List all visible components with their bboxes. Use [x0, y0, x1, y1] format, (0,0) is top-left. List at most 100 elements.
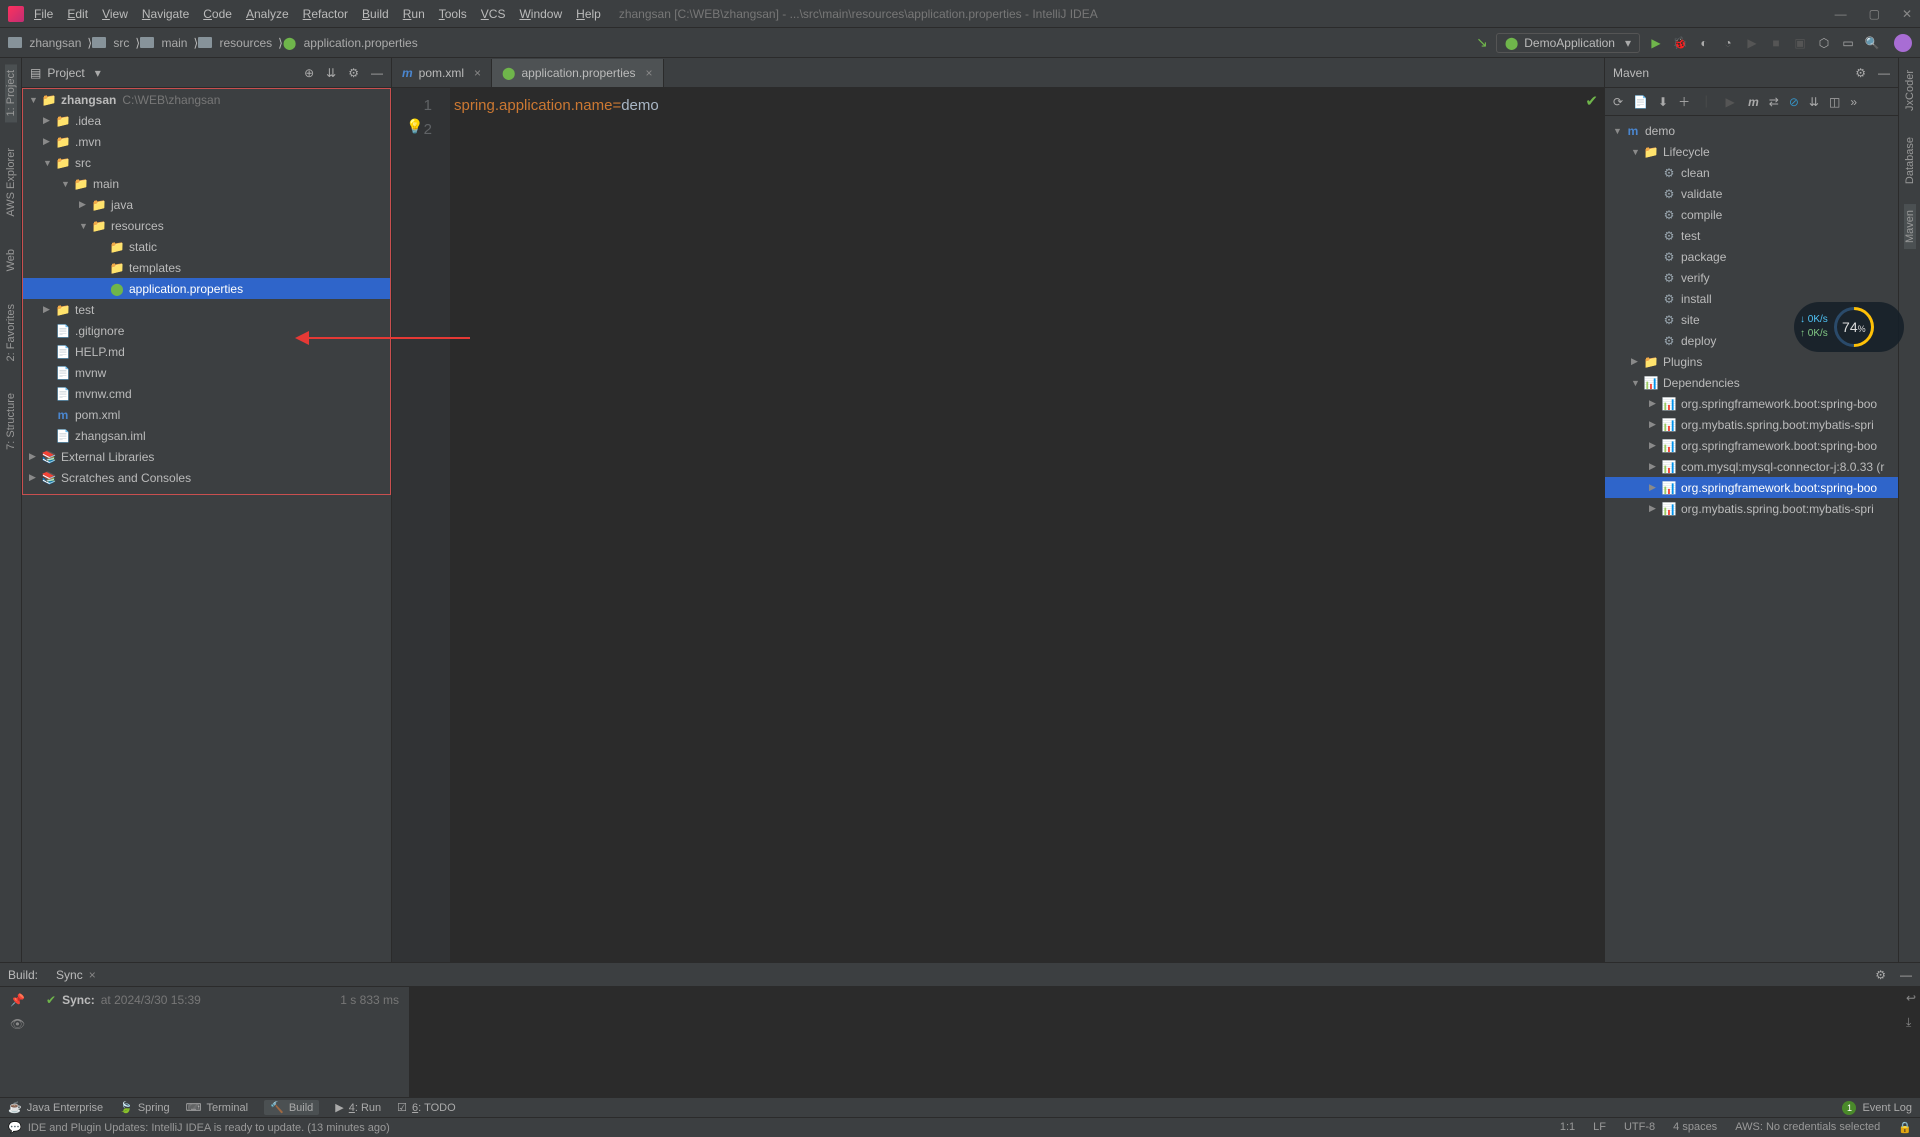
inspect-icon[interactable]: ▭ [1840, 36, 1856, 50]
tree-item-java[interactable]: ▶📁java [23, 194, 390, 215]
tree-item-pom-xml[interactable]: mpom.xml [23, 404, 390, 425]
bottom-tab-terminal[interactable]: ⌨Terminal [186, 1101, 248, 1114]
menu-refactor[interactable]: Refactor [303, 7, 348, 21]
breadcrumb-item[interactable]: main [140, 36, 187, 50]
view-icon[interactable]: 👁 [10, 1017, 25, 1031]
minimize-panel-icon[interactable]: — [1878, 66, 1890, 80]
m-icon[interactable]: m [1748, 95, 1759, 109]
maven-item-org-mybatis-spring-boot-mybati[interactable]: ▶📊org.mybatis.spring.boot:mybatis-spri [1605, 498, 1898, 519]
maven-item-org-springframework-boot-sprin[interactable]: ▶📊org.springframework.boot:spring-boo [1605, 393, 1898, 414]
soft-wrap-icon[interactable]: ↩ [1906, 991, 1916, 1005]
maven-item-org-springframework-boot-sprin[interactable]: ▶📊org.springframework.boot:spring-boo [1605, 477, 1898, 498]
menu-code[interactable]: Code [203, 7, 232, 21]
maven-item-plugins[interactable]: ▶📁Plugins [1605, 351, 1898, 372]
skip-tests-icon[interactable]: ⊘ [1789, 95, 1799, 109]
build-icon[interactable]: ↘ [1476, 34, 1488, 51]
tree-item--mvn[interactable]: ▶📁.mvn [23, 131, 390, 152]
build-output[interactable]: ↩ ⤓ [410, 987, 1920, 1097]
reload-icon[interactable]: ⟳ [1613, 95, 1623, 109]
minimize-panel-icon[interactable]: — [371, 66, 383, 80]
tree-item-HELP-md[interactable]: 📄HELP.md [23, 341, 390, 362]
more-icon[interactable]: » [1850, 95, 1857, 109]
maven-item-dependencies[interactable]: ▼📊Dependencies [1605, 372, 1898, 393]
tree-item-src[interactable]: ▼📁src [23, 152, 390, 173]
gear-icon[interactable]: ⚙ [348, 66, 359, 80]
right-strip-jxcoder[interactable]: JxCoder [1904, 64, 1916, 117]
tree-item-mvnw[interactable]: 📄mvnw [23, 362, 390, 383]
show-diagram-icon[interactable]: ◫ [1829, 95, 1840, 109]
maven-item-lifecycle[interactable]: ▼📁Lifecycle [1605, 141, 1898, 162]
user-avatar[interactable] [1894, 34, 1912, 52]
profile-icon[interactable]: ◔ [1720, 36, 1736, 50]
event-log-button[interactable]: Event Log [1862, 1102, 1912, 1114]
tree-item-static[interactable]: 📁static [23, 236, 390, 257]
download-icon[interactable]: ⬇ [1658, 95, 1668, 109]
gear-icon[interactable]: ⚙ [1875, 968, 1886, 982]
maven-item-verify[interactable]: ⚙verify [1605, 267, 1898, 288]
bottom-tab-java-enterprise[interactable]: ☕Java Enterprise [8, 1101, 103, 1114]
pin-icon[interactable]: 📌 [10, 993, 25, 1007]
breadcrumb-item[interactable]: ⬤ application.properties [283, 36, 418, 50]
menu-vcs[interactable]: VCS [481, 7, 506, 21]
tree-item-zhangsan-iml[interactable]: 📄zhangsan.iml [23, 425, 390, 446]
bottom-tab-spring[interactable]: 🍃Spring [119, 1101, 170, 1114]
run-maven-icon[interactable]: ▶ [1722, 95, 1738, 109]
breadcrumb-item[interactable]: resources [198, 36, 272, 50]
aws-status[interactable]: AWS: No credentials selected [1735, 1121, 1880, 1134]
menu-file[interactable]: File [34, 7, 53, 21]
notification-icon[interactable]: 💬 [8, 1121, 22, 1134]
network-widget[interactable]: ↓ 0K/s ↑ 0K/s 74% [1794, 302, 1904, 352]
tree-item-scratches-and-consoles[interactable]: ▶📚Scratches and Consoles [23, 467, 390, 488]
encoding[interactable]: UTF-8 [1624, 1121, 1655, 1134]
breadcrumb-item[interactable]: zhangsan [8, 36, 81, 50]
run-current-icon[interactable]: ▶ [1744, 36, 1760, 50]
bottom-tab-build[interactable]: 🔨Build [264, 1100, 319, 1115]
gear-icon[interactable]: ⚙ [1855, 66, 1866, 80]
menu-tools[interactable]: Tools [439, 7, 467, 21]
tree-root[interactable]: ▼📁 zhangsan C:\WEB\zhangsan [23, 89, 390, 110]
close-tab-icon[interactable]: × [474, 66, 481, 80]
stop-all-icon[interactable]: ▣ [1792, 36, 1808, 50]
menu-navigate[interactable]: Navigate [142, 7, 189, 21]
menu-run[interactable]: Run [403, 7, 425, 21]
editor-tab-application-properties[interactable]: ⬤application.properties× [492, 59, 664, 87]
generate-icon[interactable]: 📄 [1633, 95, 1648, 109]
coverage-icon[interactable]: ◐ [1696, 36, 1712, 50]
tree-item-test[interactable]: ▶📁test [23, 299, 390, 320]
menu-edit[interactable]: Edit [67, 7, 88, 21]
chevron-down-icon[interactable]: ▾ [95, 66, 101, 80]
tree-item-main[interactable]: ▼📁main [23, 173, 390, 194]
tree-item--idea[interactable]: ▶📁.idea [23, 110, 390, 131]
maven-item-demo[interactable]: ▼mdemo [1605, 120, 1898, 141]
run-icon[interactable]: ▶ [1648, 36, 1664, 50]
intention-bulb-icon[interactable]: 💡 [406, 118, 423, 135]
search-icon[interactable]: 🔍 [1864, 36, 1880, 50]
add-icon[interactable]: ＋ [1678, 93, 1690, 110]
maven-item-validate[interactable]: ⚙validate [1605, 183, 1898, 204]
indent[interactable]: 4 spaces [1673, 1121, 1717, 1134]
menu-build[interactable]: Build [362, 7, 389, 21]
code-area[interactable]: 12 spring.application.name=demo 💡 ✔ [392, 88, 1604, 962]
code-content[interactable]: spring.application.name=demo [450, 88, 659, 962]
left-strip-web[interactable]: Web [5, 243, 17, 277]
left-strip-7-structure[interactable]: 7: Structure [5, 387, 17, 456]
maven-item-clean[interactable]: ⚙clean [1605, 162, 1898, 183]
build-tab-sync[interactable]: Sync× [48, 966, 104, 984]
minimize-icon[interactable]: — [1835, 7, 1847, 21]
breadcrumb-item[interactable]: src [92, 36, 129, 50]
vcs-icon[interactable]: ⬡ [1816, 36, 1832, 50]
right-strip-database[interactable]: Database [1904, 131, 1916, 190]
left-strip-2-favorites[interactable]: 2: Favorites [5, 298, 17, 367]
maven-item-org-mybatis-spring-boot-mybati[interactable]: ▶📊org.mybatis.spring.boot:mybatis-spri [1605, 414, 1898, 435]
bottom-tab-4-run[interactable]: ▶4: Run [335, 1101, 381, 1114]
maven-item-compile[interactable]: ⚙compile [1605, 204, 1898, 225]
menu-window[interactable]: Window [519, 7, 562, 21]
maven-item-package[interactable]: ⚙package [1605, 246, 1898, 267]
tree-item-templates[interactable]: 📁templates [23, 257, 390, 278]
maven-item-org-springframework-boot-sprin[interactable]: ▶📊org.springframework.boot:spring-boo [1605, 435, 1898, 456]
caret-position[interactable]: 1:1 [1560, 1121, 1575, 1134]
collapse-icon[interactable]: ⇊ [326, 66, 336, 80]
left-strip-aws-explorer[interactable]: AWS Explorer [5, 142, 17, 223]
menu-analyze[interactable]: Analyze [246, 7, 289, 21]
collapse-all-icon[interactable]: ⇊ [1809, 95, 1819, 109]
